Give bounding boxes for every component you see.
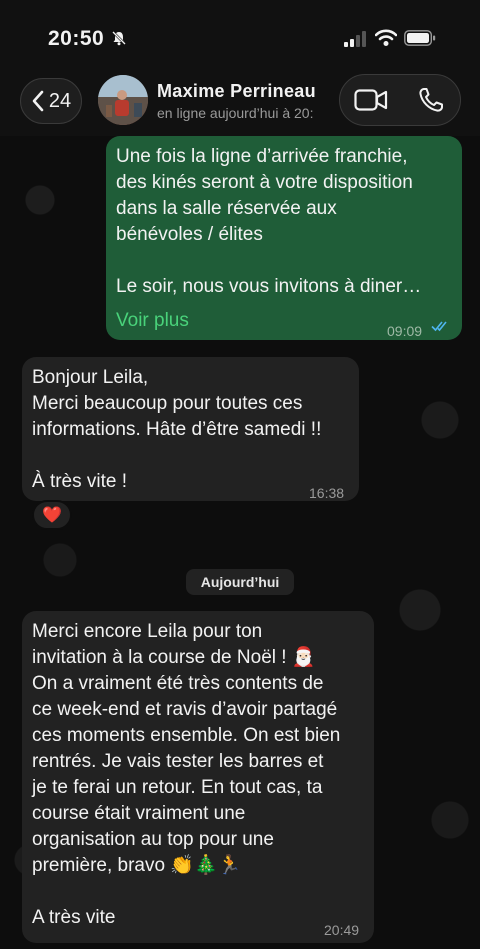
bell-slash-icon [112, 31, 126, 46]
message-text: Merci encore Leila pour ton invitation à… [32, 621, 341, 928]
chat-header: 24 Maxime Perrineau en ligne aujourd’hui… [0, 70, 480, 136]
phone-icon[interactable] [418, 87, 444, 113]
double-check-icon [431, 321, 447, 332]
date-separator: Aujourd’hui [186, 569, 294, 595]
incoming-message[interactable]: Merci encore Leila pour ton invitation à… [22, 611, 374, 943]
message-time: 09:09 [387, 323, 423, 339]
contact-info[interactable]: Maxime Perrineau en ligne aujourd’hui à … [157, 81, 329, 121]
message-text: Bonjour Leila, Merci beaucoup pour toute… [32, 367, 322, 492]
wifi-icon [375, 29, 397, 46]
call-actions [339, 74, 461, 126]
signal-icon [344, 31, 366, 47]
message-time: 20:49 [324, 922, 360, 938]
avatar[interactable] [98, 75, 148, 125]
battery-icon [404, 30, 436, 46]
contact-name: Maxime Perrineau [157, 81, 316, 101]
voir-plus-link[interactable]: Voir plus [116, 308, 189, 334]
back-button[interactable]: 24 [20, 78, 82, 124]
reaction-emoji: ❤️ [42, 507, 62, 524]
message-text: Une fois la ligne d’arrivée franchie, de… [116, 146, 422, 297]
status-bar: 20:50 [0, 0, 480, 70]
contact-status: en ligne aujourd’hui à 20: [157, 105, 314, 121]
avatar-photo [98, 75, 148, 125]
date-separator-label: Aujourd’hui [200, 574, 280, 590]
video-camera-icon[interactable] [354, 88, 388, 112]
unread-count: 24 [48, 89, 72, 112]
message-time: 16:38 [309, 485, 345, 501]
heart-reaction[interactable]: ❤️ [32, 500, 72, 530]
incoming-message[interactable]: Bonjour Leila, Merci beaucoup pour toute… [22, 357, 359, 501]
chevron-left-icon [32, 90, 44, 112]
status-time: 20:50 [48, 27, 105, 50]
outgoing-message[interactable]: Une fois la ligne d’arrivée franchie, de… [106, 136, 462, 340]
